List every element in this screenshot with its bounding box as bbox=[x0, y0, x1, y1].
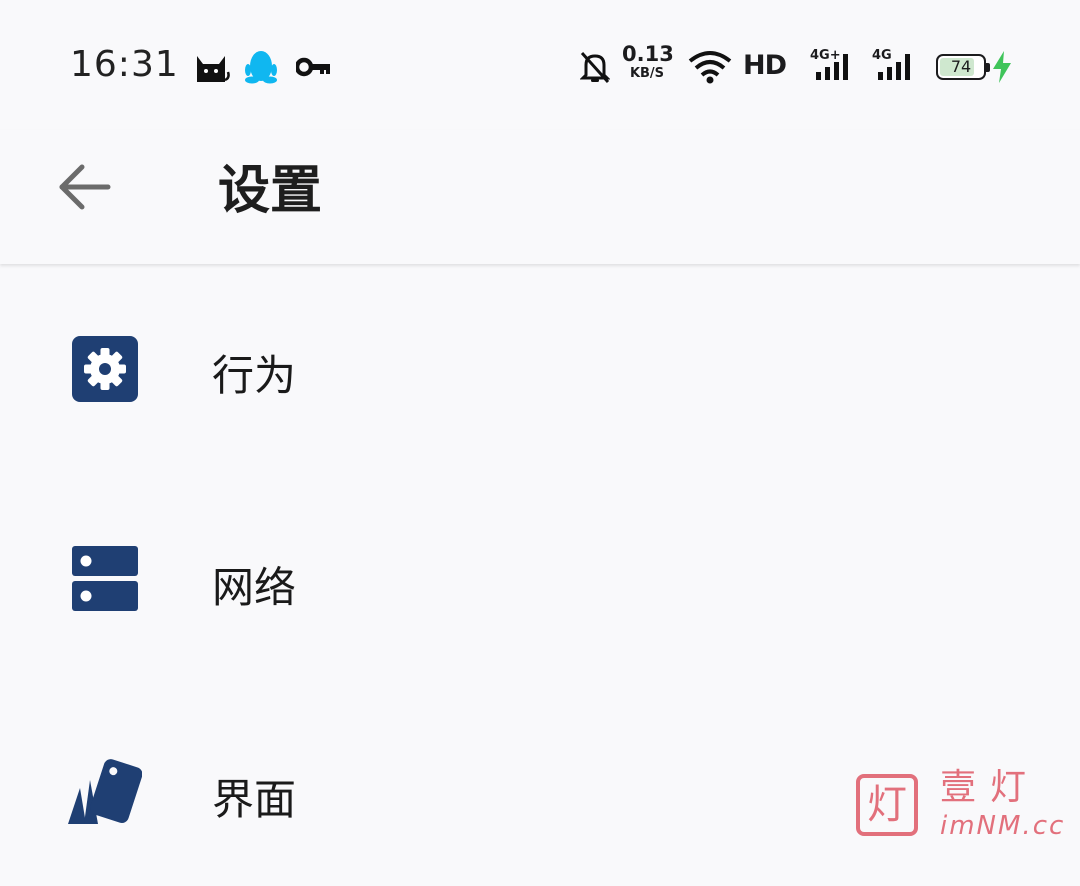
signal-icon bbox=[878, 54, 910, 80]
status-bar: 16:31 0.13 KB/S HD 4G+ 4G 74 bbox=[0, 0, 1080, 130]
charging-icon bbox=[993, 51, 1011, 83]
vpn-key-icon bbox=[296, 57, 330, 77]
network-speed-unit: KB/S bbox=[629, 66, 665, 81]
hd-voice-indicator: HD bbox=[743, 50, 787, 81]
watermark-box: 灯 bbox=[856, 774, 918, 836]
network-speed-value: 0.13 bbox=[622, 42, 674, 66]
network-speed: 0.13 KB/S bbox=[622, 42, 674, 81]
wifi-icon bbox=[688, 51, 732, 84]
cat-app-icon bbox=[197, 56, 230, 82]
signal-icon bbox=[816, 54, 848, 80]
bell-off-icon bbox=[580, 51, 610, 84]
arrow-left-icon bbox=[59, 164, 111, 210]
back-button[interactable] bbox=[52, 154, 118, 220]
app-bar: 设置 bbox=[0, 130, 1080, 264]
watermark-url: imNM.cc bbox=[940, 811, 1066, 841]
settings-item-network[interactable]: 网络 bbox=[0, 476, 1080, 676]
watermark-logo: 灯 壹灯 imNM.cc bbox=[856, 768, 1076, 840]
battery-level: 74 bbox=[950, 57, 972, 76]
status-time: 16:31 bbox=[70, 44, 179, 85]
settings-item-label: 行为 bbox=[212, 351, 297, 400]
qq-icon bbox=[245, 51, 277, 84]
battery-icon: 74 bbox=[936, 54, 990, 80]
cards-icon bbox=[68, 759, 142, 824]
gear-icon bbox=[72, 336, 138, 402]
settings-item-behavior[interactable]: 行为 bbox=[0, 266, 1080, 466]
server-icon bbox=[72, 546, 138, 611]
page-title: 设置 bbox=[218, 161, 323, 221]
settings-item-label: 界面 bbox=[212, 775, 297, 824]
watermark-text: 壹灯 bbox=[940, 767, 1041, 808]
settings-item-label: 网络 bbox=[212, 563, 297, 612]
